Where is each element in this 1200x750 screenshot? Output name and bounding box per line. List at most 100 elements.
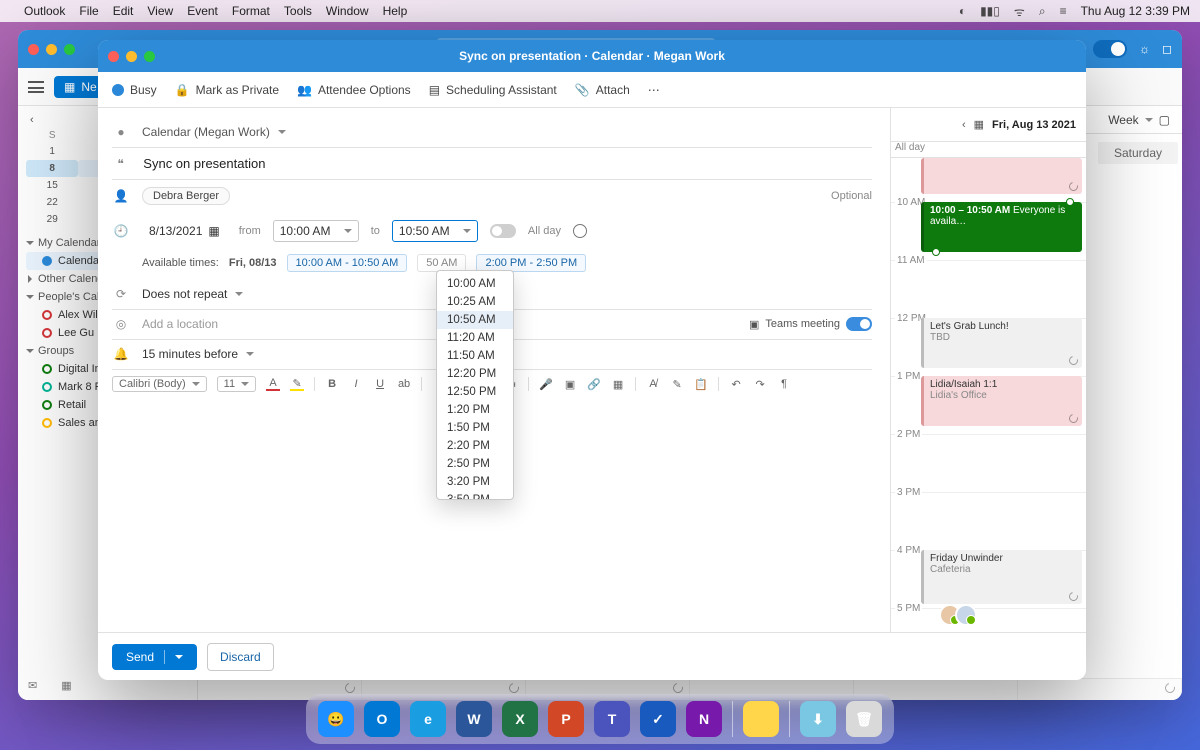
spotlight-icon[interactable]: ⌕ bbox=[1039, 4, 1046, 19]
dock-app-outlook[interactable]: O bbox=[364, 701, 400, 737]
prev-day-icon[interactable]: ‹ bbox=[962, 119, 966, 131]
italic-icon[interactable]: I bbox=[349, 377, 363, 391]
sun-icon[interactable]: ☼ bbox=[1139, 42, 1150, 56]
megaphone-icon[interactable]: ◻ bbox=[1162, 42, 1172, 56]
time-option[interactable]: 10:00 AM bbox=[437, 275, 513, 293]
location-input[interactable]: Add a location bbox=[142, 317, 218, 331]
picture-icon[interactable]: ▣ bbox=[563, 377, 577, 391]
time-option[interactable]: 2:50 PM bbox=[437, 455, 513, 473]
battery-icon[interactable]: ▮▮▯ bbox=[980, 4, 1000, 18]
allday-toggle[interactable] bbox=[490, 224, 516, 238]
time-grid[interactable]: 10 AM 10:00 – 10:50 AM Everyone is avail… bbox=[891, 158, 1086, 632]
time-option[interactable]: 10:25 AM bbox=[437, 293, 513, 311]
attendee-options-button[interactable]: 👥Attendee Options bbox=[297, 83, 411, 97]
chevron-down-icon[interactable] bbox=[1145, 118, 1153, 122]
menu-help[interactable]: Help bbox=[383, 4, 408, 18]
menubar-app[interactable]: Outlook bbox=[24, 4, 65, 18]
mark-private-button[interactable]: 🔒Mark as Private bbox=[175, 83, 279, 97]
recurrence-selector[interactable]: Does not repeat bbox=[142, 287, 243, 301]
menu-view[interactable]: View bbox=[147, 4, 173, 18]
dock-app-notes[interactable] bbox=[743, 701, 779, 737]
dock-app-edge[interactable]: e bbox=[410, 701, 446, 737]
timezone-icon[interactable] bbox=[573, 224, 587, 238]
teams-meeting-toggle[interactable] bbox=[846, 317, 872, 331]
underline-icon[interactable]: U bbox=[373, 377, 387, 391]
start-time-picker[interactable]: 10:00 AM bbox=[273, 220, 359, 242]
link-icon[interactable]: 🔗 bbox=[587, 377, 601, 391]
dock-app-word[interactable]: W bbox=[456, 701, 492, 737]
format-painter-icon[interactable]: ✎ bbox=[670, 377, 684, 391]
modal-window-controls[interactable] bbox=[108, 51, 155, 62]
optional-attendees-button[interactable]: Optional bbox=[831, 190, 872, 202]
date-picker[interactable]: 8/13/2021▦ bbox=[142, 220, 227, 242]
suggested-slot[interactable]: 10:00 AM - 10:50 AM bbox=[287, 254, 408, 272]
strikethrough-icon[interactable]: ab bbox=[397, 377, 411, 391]
wifi-icon[interactable]: ᯤ bbox=[1014, 3, 1025, 20]
time-option[interactable]: 3:20 PM bbox=[437, 473, 513, 491]
menu-file[interactable]: File bbox=[79, 4, 98, 18]
dock-downloads[interactable]: ⬇ bbox=[800, 701, 836, 737]
resize-handle[interactable] bbox=[1066, 198, 1074, 206]
font-family-selector[interactable]: Calibri (Body) bbox=[112, 376, 207, 392]
time-option[interactable]: 1:50 PM bbox=[437, 419, 513, 437]
new-outlook-toggle[interactable] bbox=[1093, 40, 1127, 58]
week-view-selector[interactable]: Week bbox=[1108, 113, 1138, 127]
event-title-input[interactable] bbox=[141, 155, 872, 172]
event-block-proposed[interactable]: 10:00 – 10:50 AM Everyone is availa… bbox=[921, 202, 1082, 252]
dock-app-excel[interactable]: X bbox=[502, 701, 538, 737]
control-center-icon[interactable]: ≡ bbox=[1060, 4, 1067, 18]
dock-trash[interactable]: 🗑 bbox=[846, 701, 882, 737]
end-time-picker[interactable]: 10:50 AM bbox=[392, 220, 478, 242]
mail-icon[interactable]: ✉ bbox=[28, 679, 37, 692]
undo-icon[interactable]: ↶ bbox=[729, 377, 743, 391]
show-as-button[interactable]: Busy bbox=[112, 83, 157, 97]
hamburger-icon[interactable] bbox=[28, 81, 44, 93]
dock-app-teams[interactable]: T bbox=[594, 701, 630, 737]
time-option[interactable]: 12:20 PM bbox=[437, 365, 513, 383]
time-option[interactable]: 11:20 AM bbox=[437, 329, 513, 347]
time-option[interactable]: 3:50 PM bbox=[437, 491, 513, 500]
paste-icon[interactable]: 📋 bbox=[694, 377, 708, 391]
menu-tools[interactable]: Tools bbox=[284, 4, 312, 18]
event-block-recurring[interactable] bbox=[921, 158, 1082, 194]
avatar[interactable] bbox=[955, 604, 977, 626]
end-time-dropdown[interactable]: 10:00 AM 10:25 AM 10:50 AM 11:20 AM 11:5… bbox=[436, 270, 514, 500]
menu-format[interactable]: Format bbox=[232, 4, 270, 18]
time-option[interactable]: 1:20 PM bbox=[437, 401, 513, 419]
attendee-chip[interactable]: Debra Berger bbox=[142, 187, 230, 205]
menu-window[interactable]: Window bbox=[326, 4, 369, 18]
discard-button[interactable]: Discard bbox=[207, 643, 274, 671]
send-button[interactable]: Send bbox=[112, 644, 197, 670]
redo-icon[interactable]: ↷ bbox=[753, 377, 767, 391]
highlight-icon[interactable]: ✎ bbox=[290, 377, 304, 391]
time-option[interactable]: 11:50 AM bbox=[437, 347, 513, 365]
menubar-clock[interactable]: Thu Aug 12 3:39 PM bbox=[1081, 4, 1190, 18]
dock-app-finder[interactable]: 😀 bbox=[318, 701, 354, 737]
font-size-selector[interactable]: 11 bbox=[217, 376, 256, 392]
dock-app-todo[interactable]: ✓ bbox=[640, 701, 676, 737]
table-icon[interactable]: ▦ bbox=[611, 377, 625, 391]
event-block-lidia[interactable]: Lidia/Isaiah 1:1 Lidia's Office bbox=[921, 376, 1082, 426]
clear-format-icon[interactable]: A̸ bbox=[646, 377, 660, 391]
time-option[interactable]: 2:20 PM bbox=[437, 437, 513, 455]
attach-button[interactable]: 📎Attach bbox=[575, 83, 630, 97]
do-not-disturb-icon[interactable]: ◐ bbox=[959, 4, 966, 18]
dictate-icon[interactable]: 🎤 bbox=[539, 377, 553, 391]
dock-app-onenote[interactable]: N bbox=[686, 701, 722, 737]
event-block-lunch[interactable]: Let's Grab Lunch! TBD bbox=[921, 318, 1082, 368]
panel-toggle-icon[interactable]: ▢ bbox=[1159, 113, 1170, 127]
font-color-icon[interactable]: A bbox=[266, 377, 280, 391]
prev-month-icon[interactable]: ‹ bbox=[30, 114, 34, 126]
mini-calendar-icon[interactable]: ▦ bbox=[974, 118, 984, 131]
show-formatting-icon[interactable]: ¶ bbox=[777, 377, 791, 391]
time-option[interactable]: 12:50 PM bbox=[437, 383, 513, 401]
window-controls[interactable] bbox=[28, 44, 75, 55]
menu-edit[interactable]: Edit bbox=[113, 4, 134, 18]
calendar-selector[interactable]: Calendar (Megan Work) bbox=[142, 125, 286, 139]
event-block-friday[interactable]: Friday Unwinder Cafeteria bbox=[921, 550, 1082, 604]
reminder-selector[interactable]: 15 minutes before bbox=[142, 347, 254, 361]
menu-event[interactable]: Event bbox=[187, 4, 218, 18]
scheduling-assistant-button[interactable]: ▤Scheduling Assistant bbox=[429, 83, 557, 97]
dock-app-powerpoint[interactable]: P bbox=[548, 701, 584, 737]
more-button[interactable]: ⋯ bbox=[648, 83, 660, 97]
